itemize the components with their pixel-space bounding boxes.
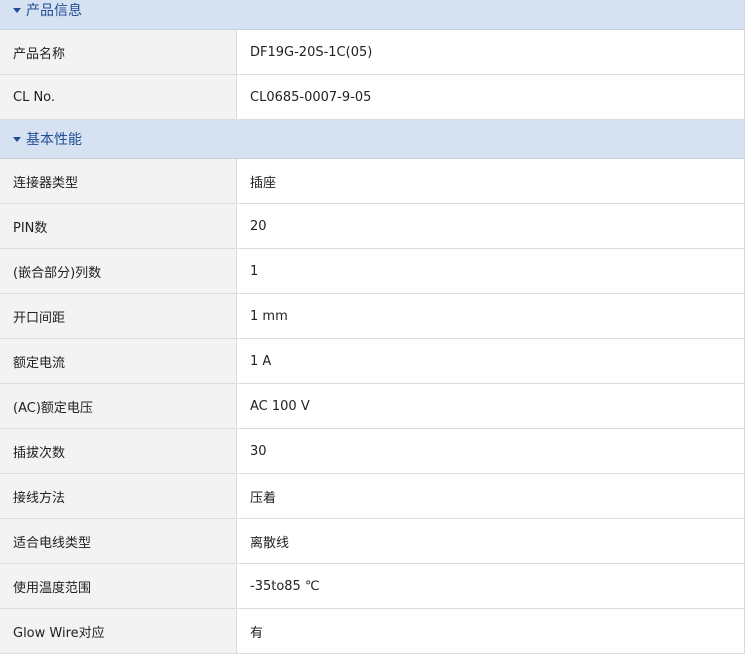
row-value: DF19G-20S-1C(05) xyxy=(237,30,744,74)
row-value: 离散线 xyxy=(237,519,744,563)
table-row: 使用温度范围 -35to85 ℃ xyxy=(0,564,744,609)
row-label: 使用温度范围 xyxy=(0,564,237,608)
row-label: (AC)额定电压 xyxy=(0,384,237,428)
row-value: CL0685-0007-9-05 xyxy=(237,75,744,119)
caret-down-icon xyxy=(13,137,21,142)
row-label: (嵌合部分)列数 xyxy=(0,249,237,293)
section-title: 基本性能 xyxy=(26,132,82,148)
table-row: 开口间距 1 mm xyxy=(0,294,744,339)
row-label: 额定电流 xyxy=(0,339,237,383)
section-header-basic-performance[interactable]: 基本性能 xyxy=(0,120,744,159)
spec-table: 产品信息 产品名称 DF19G-20S-1C(05) CL No. CL0685… xyxy=(0,0,745,654)
table-row: 连接器类型 插座 xyxy=(0,159,744,204)
row-value: 有 xyxy=(237,609,744,653)
row-value: 1 mm xyxy=(237,294,744,338)
table-row: (AC)额定电压 AC 100 V xyxy=(0,384,744,429)
section-header-product-info[interactable]: 产品信息 xyxy=(0,0,744,30)
row-label: 适合电线类型 xyxy=(0,519,237,563)
caret-down-icon xyxy=(13,8,21,13)
row-label: 开口间距 xyxy=(0,294,237,338)
row-value: 30 xyxy=(237,429,744,473)
table-row: 产品名称 DF19G-20S-1C(05) xyxy=(0,30,744,75)
row-label: 产品名称 xyxy=(0,30,237,74)
row-value: 压着 xyxy=(237,474,744,518)
table-row: 插拔次数 30 xyxy=(0,429,744,474)
row-value: -35to85 ℃ xyxy=(237,564,744,608)
table-row: PIN数 20 xyxy=(0,204,744,249)
section-title: 产品信息 xyxy=(26,3,82,19)
table-row: 额定电流 1 A xyxy=(0,339,744,384)
row-label: PIN数 xyxy=(0,204,237,248)
row-label: 连接器类型 xyxy=(0,159,237,203)
table-row: Glow Wire对应 有 xyxy=(0,609,744,654)
row-label: CL No. xyxy=(0,75,237,119)
row-value: 1 A xyxy=(237,339,744,383)
row-value: 20 xyxy=(237,204,744,248)
table-row: CL No. CL0685-0007-9-05 xyxy=(0,75,744,120)
row-label: 接线方法 xyxy=(0,474,237,518)
table-row: (嵌合部分)列数 1 xyxy=(0,249,744,294)
row-value: 1 xyxy=(237,249,744,293)
table-row: 接线方法 压着 xyxy=(0,474,744,519)
table-row: 适合电线类型 离散线 xyxy=(0,519,744,564)
row-value: AC 100 V xyxy=(237,384,744,428)
row-label: 插拔次数 xyxy=(0,429,237,473)
row-label: Glow Wire对应 xyxy=(0,609,237,653)
row-value: 插座 xyxy=(237,159,744,203)
